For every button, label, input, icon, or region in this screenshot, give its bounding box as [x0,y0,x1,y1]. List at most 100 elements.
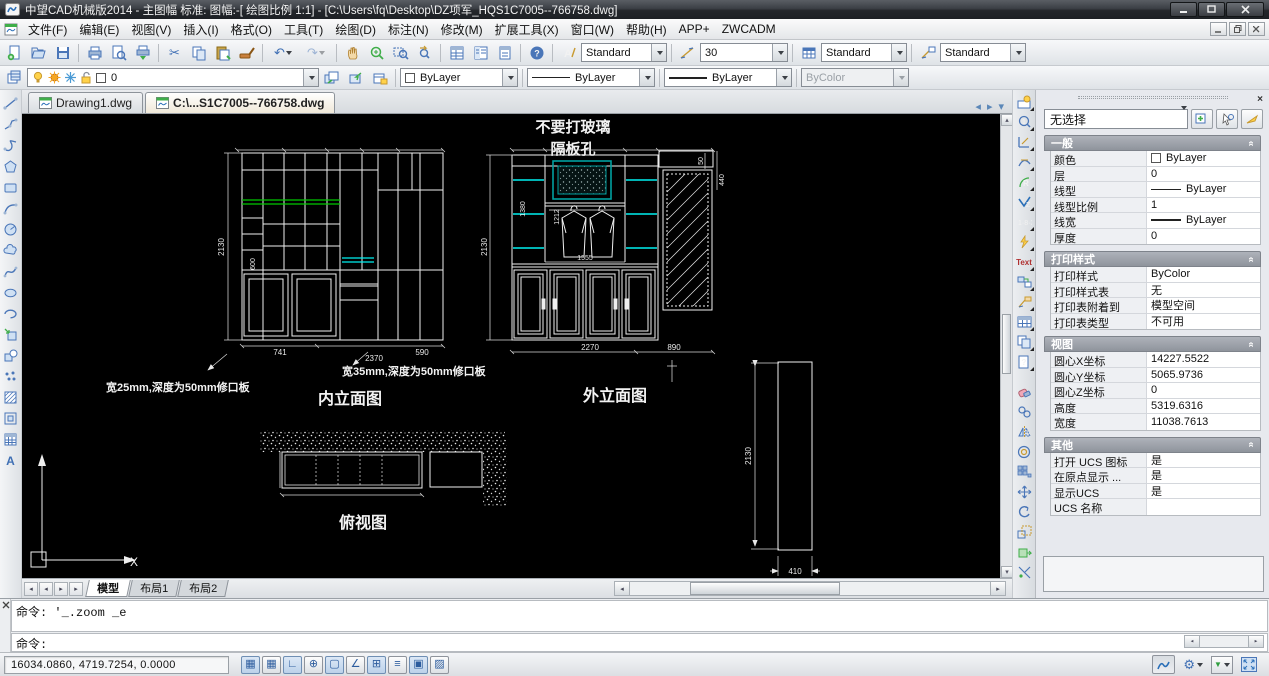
command-input[interactable]: 命令: ◂ ▸ [11,633,1268,652]
copy-settings-button[interactable] [1014,332,1035,352]
undo-button[interactable]: ↶ [267,42,299,63]
clean-screen-button[interactable] [1237,655,1261,674]
palette-close-icon[interactable]: × [1257,94,1263,105]
canvas-hscrollbar[interactable]: ◂ ▸ [614,581,1006,596]
drawing-canvas[interactable]: 不要打玻璃 隔板孔 宽25mm,深度为50mm修口板 宽35mm,深度为50mm… [22,114,1000,578]
point-button[interactable] [1,366,21,387]
leader-button[interactable] [1014,292,1035,312]
coordinate-display[interactable]: 16034.0860, 4719.7254, 0.0000 [4,656,229,674]
table-style-dropdown-icon[interactable] [891,44,906,61]
prev-layout-icon[interactable]: ◂ [39,582,53,596]
undo-caret-icon[interactable] [286,51,292,58]
prop-row-width[interactable]: 宽度11038.7613 [1051,414,1260,430]
scroll-left-icon[interactable]: ◂ [615,582,630,595]
prop-row-color[interactable]: 颜色ByLayer [1051,151,1260,167]
mleader-style-dropdown-icon[interactable] [1010,44,1025,61]
maximize-button[interactable] [1198,2,1225,17]
collapse-icon[interactable]: « [1246,256,1257,262]
redo-button[interactable]: ↷ [300,42,332,63]
line-button[interactable] [1,93,21,114]
trim-button[interactable] [1014,562,1035,582]
cmd-scroll-left-icon[interactable]: ◂ [1185,636,1200,647]
text-style-dropdown-icon[interactable] [651,44,666,61]
menu-dimension[interactable]: 标注(N) [382,19,435,40]
minimize-button[interactable] [1170,2,1197,17]
menu-format[interactable]: 格式(O) [225,19,278,40]
first-layout-icon[interactable]: ◂ [24,582,38,596]
tool-palettes-button[interactable] [493,42,516,63]
ellipse-button[interactable] [1,282,21,303]
table-style-combo[interactable]: Standard [821,43,907,62]
menu-draw[interactable]: 绘图(D) [329,19,382,40]
doc-tab-drawing1[interactable]: Drawing1.dwg [28,92,143,113]
dim-radius-button[interactable]: R [1014,172,1035,192]
section-header-misc[interactable]: 其他 « [1044,437,1261,453]
save-button[interactable] [51,42,74,63]
canvas-vscrollbar[interactable]: ▴ ▾ [1000,114,1012,578]
lineweight-dropdown-icon[interactable] [776,69,791,86]
make-block-button[interactable] [1,345,21,366]
doc-minimize-button[interactable] [1210,22,1227,36]
dim-ordinate-button[interactable] [1014,132,1035,152]
dim-edit-button[interactable] [1014,232,1035,252]
menu-app-plus[interactable]: APP+ [673,20,716,38]
copy-object-button[interactable] [1014,402,1035,422]
cut-button[interactable]: ✂ [163,42,186,63]
layer-properties-button[interactable] [3,67,26,88]
ducs-toggle[interactable]: ⊞ [367,656,386,674]
doc-info-button[interactable]: ? [1014,352,1035,372]
otrack-toggle[interactable]: ∠ [346,656,365,674]
settings-menu-button[interactable]: ⚙ [1179,655,1207,674]
linetype-combo[interactable]: ByLayer [527,68,655,87]
doc-close-button[interactable] [1248,22,1265,36]
zoom-realtime-button[interactable] [365,42,388,63]
copy-button[interactable] [187,42,210,63]
move-button[interactable] [1014,482,1035,502]
redo-caret-icon[interactable] [319,51,325,58]
erase-button[interactable] [1014,382,1035,402]
tab-scroll-right-icon[interactable]: ▸ [987,100,993,113]
menu-view[interactable]: 视图(V) [125,19,177,40]
menu-file[interactable]: 文件(F) [22,19,73,40]
tab-layout2[interactable]: 布局2 [177,580,229,597]
dim-arc-button[interactable] [1014,152,1035,172]
next-layout-icon[interactable]: ▸ [54,582,68,596]
prop-row-center-x[interactable]: 圆心X坐标14227.5522 [1051,352,1260,368]
layer-unlock-icon[interactable] [80,71,92,84]
model-toggle[interactable]: ▨ [430,656,449,674]
command-close-icon[interactable] [2,601,11,610]
layer-previous-button[interactable] [344,67,367,88]
new-button[interactable] [3,42,26,63]
command-history[interactable]: 命令: '_.zoom _e [11,600,1268,632]
prop-row-ucs-name[interactable]: UCS 名称 [1051,499,1260,515]
osnap-toggle[interactable]: ▢ [325,656,344,674]
help-button[interactable]: ? [525,42,548,63]
palette-grip[interactable] [1036,93,1269,101]
text-tool-button[interactable]: Text [1014,252,1035,272]
select-objects-button[interactable] [1216,109,1238,129]
make-layer-current-button[interactable] [320,67,343,88]
dim-style-combo[interactable]: 30 [700,43,788,62]
layer-states-button[interactable] [368,67,391,88]
3d-polyline-button[interactable] [1,135,21,156]
revision-cloud-button[interactable] [1,240,21,261]
lineweight-combo[interactable]: ByLayer [664,68,792,87]
prop-row-plot-type[interactable]: 打印表类型不可用 [1051,314,1260,330]
ortho-toggle[interactable]: ∟ [283,656,302,674]
menu-zwcadm[interactable]: ZWCADM [716,20,782,38]
grid-toggle[interactable]: ▦ [262,656,281,674]
mleader-style-combo[interactable]: Standard [940,43,1026,62]
rectangle-button[interactable] [1,177,21,198]
prop-row-ucs-icon-on[interactable]: 打开 UCS 图标是 [1051,453,1260,469]
prop-row-height[interactable]: 高度5319.6316 [1051,399,1260,415]
paste-button[interactable] [211,42,234,63]
hscroll-thumb[interactable] [690,582,840,595]
menu-window[interactable]: 窗口(W) [565,19,620,40]
prop-row-plot-table[interactable]: 打印样式表无 [1051,283,1260,299]
layer-on-icon[interactable] [32,71,45,84]
stretch-button[interactable] [1014,542,1035,562]
scale-button[interactable] [1014,522,1035,542]
mtext-button[interactable]: A [1,450,21,471]
prop-row-ucs-show[interactable]: 显示UCS是 [1051,484,1260,500]
scroll-right-icon[interactable]: ▸ [990,582,1005,595]
